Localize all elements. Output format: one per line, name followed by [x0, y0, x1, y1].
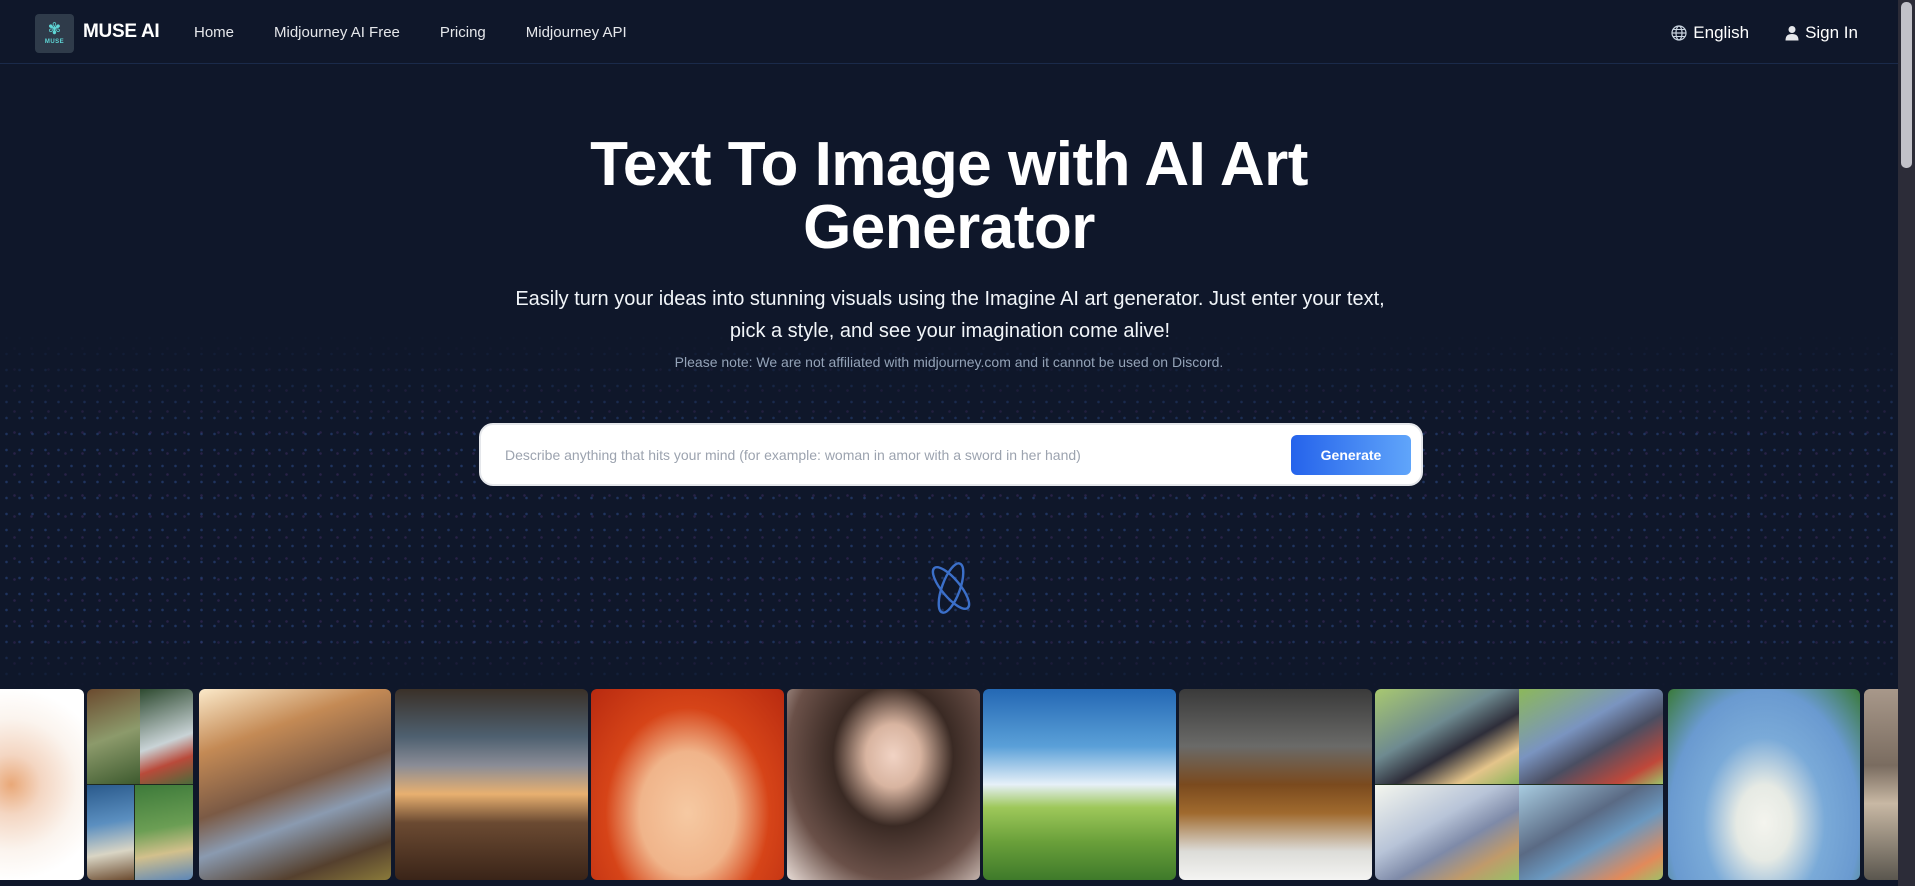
gallery-item-anime-boys-grid[interactable]: [87, 689, 193, 880]
scrollbar-thumb[interactable]: [1901, 2, 1912, 168]
tree-logo-icon: ✾: [47, 21, 62, 38]
gallery-item-wolf-picnic-grid[interactable]: [1375, 689, 1663, 880]
sign-in-label: Sign In: [1805, 23, 1858, 42]
logo-text: MUSE: [44, 39, 65, 45]
gallery-item-rocket-meadow[interactable]: [983, 689, 1176, 880]
orbit-spinner-icon: [931, 562, 971, 614]
example-gallery: [0, 689, 1898, 880]
gallery-item-petals-boy[interactable]: [1668, 689, 1860, 880]
hero-subtitle: Easily turn your ideas into stunning vis…: [515, 288, 1385, 342]
nav-home[interactable]: Home: [194, 24, 234, 41]
gallery-item-essential-oils[interactable]: [1179, 689, 1372, 880]
language-label: English: [1693, 23, 1750, 42]
prompt-input[interactable]: [481, 425, 1291, 484]
prompt-form: Generate: [479, 423, 1423, 486]
gallery-item-red-hair-girl[interactable]: [591, 689, 784, 880]
title-line-1: Text To Image with AI Art: [590, 130, 1308, 199]
header-actions: English Sign In: [1671, 23, 1858, 43]
gallery-item-watercolor-children[interactable]: [0, 689, 84, 880]
gallery-item-modern-interior[interactable]: [1864, 689, 1898, 880]
user-icon: [1785, 26, 1799, 41]
disclaimer-note: Please note: We are not affiliated with …: [674, 354, 1224, 370]
main-nav: Home Midjourney AI Free Pricing Midjourn…: [194, 24, 667, 41]
brand-name[interactable]: MUSE AI: [83, 21, 160, 43]
nav-midjourney-api[interactable]: Midjourney API: [526, 24, 627, 41]
nav-midjourney-ai-free[interactable]: Midjourney AI Free: [274, 24, 400, 41]
dotted-wave-background: [0, 330, 1898, 690]
nav-pricing[interactable]: Pricing: [440, 24, 486, 41]
language-selector[interactable]: English: [1671, 23, 1749, 43]
generate-button[interactable]: Generate: [1291, 434, 1411, 475]
gallery-item-astronaut-room[interactable]: [395, 689, 588, 880]
page: ✾ MUSE MUSE AI Home Midjourney AI Free P…: [0, 0, 1898, 886]
vertical-scrollbar[interactable]: [1898, 0, 1915, 886]
title-line-2: Generator: [803, 193, 1095, 262]
sign-in-button[interactable]: Sign In: [1785, 23, 1858, 43]
gallery-item-archer-girl[interactable]: [199, 689, 391, 880]
top-navbar: ✾ MUSE MUSE AI Home Midjourney AI Free P…: [0, 0, 1898, 64]
gallery-item-dark-hair-woman[interactable]: [787, 689, 980, 880]
page-title: Text To Image with AI Art Generator: [0, 133, 1898, 259]
globe-icon: [1671, 25, 1687, 41]
muse-logo[interactable]: ✾ MUSE: [35, 14, 74, 53]
